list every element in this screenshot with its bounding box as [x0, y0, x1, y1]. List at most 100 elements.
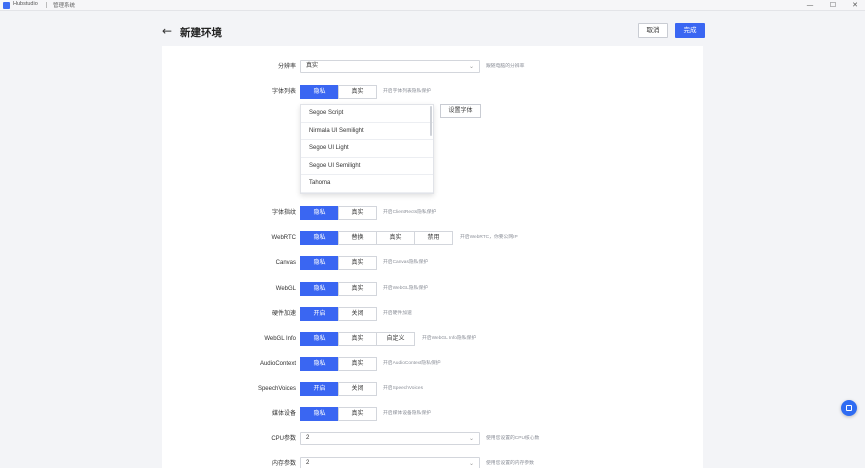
- memory-select[interactable]: 2 ⌄: [300, 457, 480, 468]
- audio-context-toggle: 隐私 真实: [300, 357, 377, 371]
- chevron-down-icon: ⌄: [468, 435, 474, 442]
- font-fingerprint-label: 字体指纹: [271, 210, 296, 216]
- webgl-info-row: WebGL Info 隐私 真实 自定义 开启WebGL Info隐私保护: [0, 332, 865, 346]
- webgl-info-toggle: 隐私 真实 自定义: [300, 332, 415, 346]
- media-devices-row: 媒体设备 隐私 真实 开启媒体设备隐私保护: [0, 407, 865, 421]
- list-item[interactable]: Segoe Script: [301, 105, 433, 123]
- font-fingerprint-toggle: 隐私 真实: [300, 206, 377, 220]
- font-list-label: 字体列表: [271, 89, 296, 95]
- done-button[interactable]: 完成: [675, 23, 705, 38]
- webgl-toggle: 隐私 真实: [300, 282, 377, 296]
- memory-row: 内存参数 2 ⌄ 使用您设置的内存参数: [0, 457, 865, 468]
- page-header: ← 新建环境 取消 完成: [0, 11, 865, 46]
- font-list-option-privacy[interactable]: 隐私: [300, 85, 339, 99]
- font-list-row: 字体列表 隐私 真实 开启字体列表隐私保护: [0, 85, 865, 99]
- webrtc-hint: 开启WebRTC，你要公网IP: [460, 235, 518, 240]
- floating-action-button[interactable]: [841, 400, 857, 416]
- webrtc-option-replace[interactable]: 替换: [338, 231, 377, 245]
- window-icon: [846, 405, 852, 411]
- font-fingerprint-row: 字体指纹 隐私 真实 开启ClientRects隐私保护: [0, 206, 865, 220]
- webgl-hint: 开启WebGL隐私保护: [383, 286, 428, 291]
- webgl-info-option-custom[interactable]: 自定义: [376, 332, 415, 346]
- cpu-value: 2: [306, 435, 310, 441]
- minimize-button[interactable]: —: [800, 0, 820, 11]
- memory-value: 2: [306, 460, 310, 466]
- list-item[interactable]: Segoe UI Semilight: [301, 158, 433, 176]
- speech-voices-row: SpeechVoices 开启 关闭 开启SpeechVoices: [0, 382, 865, 396]
- font-fingerprint-hint: 开启ClientRects隐私保护: [383, 210, 437, 215]
- resolution-hint: 跟随电脑的分辨率: [486, 64, 525, 69]
- speech-voices-label: SpeechVoices: [257, 386, 296, 392]
- speech-voices-toggle: 开启 关闭: [300, 382, 377, 396]
- webrtc-option-disable[interactable]: 禁用: [414, 231, 453, 245]
- hardware-acceleration-toggle: 开启 关闭: [300, 307, 377, 321]
- chevron-down-icon: ⌄: [468, 460, 474, 467]
- speech-voices-option-on[interactable]: 开启: [300, 382, 339, 396]
- font-list-hint: 开启字体列表隐私保护: [383, 89, 431, 94]
- font-list-toggle: 隐私 真实: [300, 85, 377, 99]
- media-devices-label: 媒体设备: [271, 411, 296, 417]
- cpu-hint: 使用您设置的CPU核心数: [486, 436, 540, 441]
- webgl-info-option-privacy[interactable]: 隐私: [300, 332, 339, 346]
- cpu-row: CPU参数 2 ⌄ 使用您设置的CPU核心数: [0, 432, 865, 446]
- audio-context-option-privacy[interactable]: 隐私: [300, 357, 339, 371]
- page-title: 新建环境: [180, 27, 222, 39]
- resolution-value: 真实: [306, 63, 319, 69]
- hardware-acceleration-option-off[interactable]: 关闭: [338, 307, 377, 321]
- list-item[interactable]: Nirmala UI Semilight: [301, 123, 433, 141]
- close-window-button[interactable]: ✕: [845, 0, 865, 11]
- speech-voices-hint: 开启SpeechVoices: [383, 386, 423, 391]
- webgl-label: WebGL: [275, 286, 296, 292]
- webrtc-row: WebRTC 隐私 替换 真实 禁用 开启WebRTC，你要公网IP: [0, 231, 865, 245]
- memory-label: 内存参数: [271, 461, 296, 467]
- hardware-acceleration-hint: 开启硬件加速: [383, 311, 412, 316]
- audio-context-option-real[interactable]: 真实: [338, 357, 377, 371]
- webgl-option-real[interactable]: 真实: [338, 282, 377, 296]
- set-font-button[interactable]: 设置字体: [440, 104, 481, 118]
- webgl-option-privacy[interactable]: 隐私: [300, 282, 339, 296]
- memory-hint: 使用您设置的内存参数: [486, 461, 534, 466]
- webgl-info-option-real[interactable]: 真实: [338, 332, 377, 346]
- app-name: Hubstudio: [13, 1, 38, 7]
- font-fingerprint-option-privacy[interactable]: 隐私: [300, 206, 339, 220]
- webgl-info-label: WebGL Info: [264, 336, 296, 342]
- canvas-toggle: 隐私 真实: [300, 256, 377, 270]
- back-arrow-icon[interactable]: ←: [162, 25, 172, 37]
- list-item[interactable]: Segoe UI Light: [301, 140, 433, 158]
- title-bar: Hubstudio 管理系统 — ☐ ✕: [0, 0, 865, 11]
- scrollbar-thumb[interactable]: [430, 106, 432, 136]
- font-dropdown-list[interactable]: Segoe Script Nirmala UI Semilight Segoe …: [300, 104, 434, 194]
- media-devices-hint: 开启媒体设备隐私保护: [383, 411, 431, 416]
- resolution-select[interactable]: 真实 ⌄: [300, 60, 480, 73]
- speech-voices-option-off[interactable]: 关闭: [338, 382, 377, 396]
- font-fingerprint-option-real[interactable]: 真实: [338, 206, 377, 220]
- hardware-acceleration-row: 硬件加速 开启 关闭 开启硬件加速: [0, 307, 865, 321]
- canvas-option-real[interactable]: 真实: [338, 256, 377, 270]
- audio-context-label: AudioContext: [259, 361, 296, 367]
- app-subtitle: 管理系统: [53, 3, 76, 9]
- cancel-button[interactable]: 取消: [638, 23, 668, 38]
- audio-context-row: AudioContext 隐私 真实 开启AudioContext隐私保护: [0, 357, 865, 371]
- maximize-button[interactable]: ☐: [823, 0, 843, 11]
- app-logo-icon: [3, 2, 10, 9]
- cpu-select[interactable]: 2 ⌄: [300, 432, 480, 445]
- hardware-acceleration-label: 硬件加速: [271, 311, 296, 317]
- media-devices-toggle: 隐私 真实: [300, 407, 377, 421]
- resolution-label: 分辨率: [277, 64, 296, 70]
- webrtc-toggle: 隐私 替换 真实 禁用: [300, 231, 453, 245]
- media-devices-option-privacy[interactable]: 隐私: [300, 407, 339, 421]
- canvas-option-privacy[interactable]: 隐私: [300, 256, 339, 270]
- webrtc-option-privacy[interactable]: 隐私: [300, 231, 339, 245]
- canvas-row: Canvas 隐私 真实 开启Canvas隐私保护: [0, 256, 865, 270]
- chevron-down-icon: ⌄: [468, 63, 474, 70]
- canvas-label: Canvas: [275, 260, 296, 266]
- font-list-option-real[interactable]: 真实: [338, 85, 377, 99]
- list-item[interactable]: Tahoma: [301, 175, 433, 193]
- webrtc-option-real[interactable]: 真实: [376, 231, 415, 245]
- canvas-hint: 开启Canvas隐私保护: [383, 260, 429, 265]
- media-devices-option-real[interactable]: 真实: [338, 407, 377, 421]
- webgl-info-hint: 开启WebGL Info隐私保护: [422, 336, 477, 341]
- hardware-acceleration-option-on[interactable]: 开启: [300, 307, 339, 321]
- webrtc-label: WebRTC: [271, 235, 296, 241]
- resolution-row: 分辨率 真实 ⌄ 跟随电脑的分辨率: [0, 60, 865, 74]
